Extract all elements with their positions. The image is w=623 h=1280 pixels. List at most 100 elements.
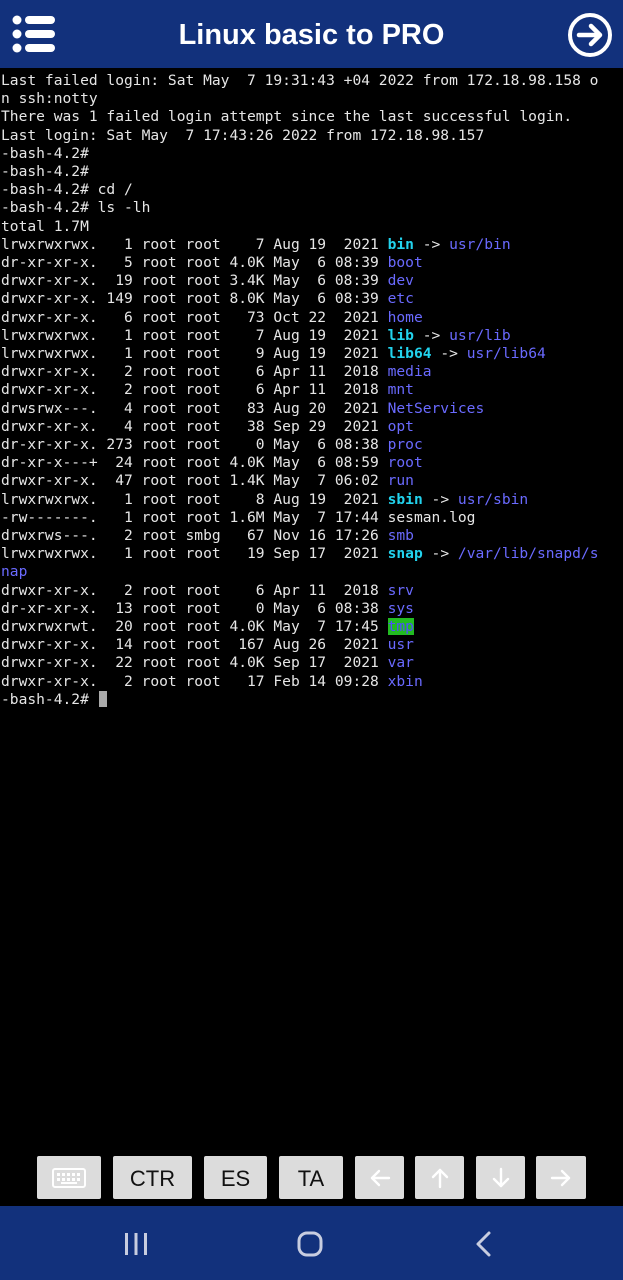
file-name: usr/sbin <box>457 490 529 508</box>
terminal-line: total 1.7M <box>1 218 89 236</box>
terminal-line: Last login: Sat May 7 17:43:26 2022 from… <box>1 127 484 145</box>
keyboard-toggle-key[interactable] <box>37 1156 101 1199</box>
terminal-text: drwxrws---. 2 root smbg 67 Nov 16 17:26 <box>1 527 388 544</box>
terminal-text: drwsrwx---. 4 root root 83 Aug 20 2021 <box>1 399 388 417</box>
terminal-line: drwxr-xr-x. 6 root root 73 Oct 22 2021 h… <box>1 309 423 327</box>
file-name: /var/lib/snapd/s <box>457 545 599 563</box>
home-icon[interactable] <box>290 1224 330 1264</box>
left-arrow-key[interactable] <box>355 1156 404 1199</box>
up-arrow-key[interactable] <box>415 1156 464 1199</box>
terminal-text: -> <box>422 490 458 508</box>
file-name: var <box>387 654 414 672</box>
file-name: nap <box>1 563 28 581</box>
terminal-line: drwxr-xr-x. 2 root root 6 Apr 11 2018 me… <box>1 363 432 381</box>
shell-prompt: -bash-4.2# <box>1 690 98 708</box>
terminal-text: dr-xr-xr-x. 13 root root 0 May 6 08:38 <box>1 599 388 617</box>
file-name: etc <box>387 290 414 308</box>
terminal-text: drwxr-xr-x. 149 root root 8.0K May 6 08:… <box>1 290 388 308</box>
terminal-line: lrwxrwxrwx. 1 root root 19 Sep 17 2021 s… <box>1 545 599 563</box>
terminal-line: drwxr-xr-x. 2 root root 6 Apr 11 2018 mn… <box>1 381 414 399</box>
terminal-text: lrwxrwxrwx. 1 root root 7 Aug 19 2021 <box>1 326 388 344</box>
file-name: run <box>387 472 414 490</box>
arrow-right-circle-icon[interactable] <box>567 12 613 58</box>
terminal-line: -bash-4.2# <box>1 145 89 163</box>
terminal-text: Last failed login: Sat May 7 19:31:43 +0… <box>1 72 599 89</box>
terminal-line: dr-xr-xr-x. 13 root root 0 May 6 08:38 s… <box>1 600 414 618</box>
terminal-line: -bash-4.2# <box>1 163 89 181</box>
terminal-text: drwxr-xr-x. 2 root root 6 Apr 11 2018 <box>1 381 388 399</box>
right-arrow-key[interactable] <box>536 1156 586 1199</box>
back-icon[interactable] <box>464 1224 504 1264</box>
terminal-text: -> <box>422 545 458 563</box>
terminal-text: Last login: Sat May 7 17:43:26 2022 from… <box>1 126 485 144</box>
terminal-text: -> <box>413 235 450 253</box>
file-name: mnt <box>387 381 414 399</box>
terminal-text: drwxr-xr-x. 6 root root 73 Oct 22 2021 <box>1 308 388 326</box>
file-name: usr/lib64 <box>466 345 546 362</box>
terminal-line: drwxr-xr-x. 2 root root 6 Apr 11 2018 sr… <box>1 582 414 600</box>
terminal-line: drwxr-xr-x. 22 root root 4.0K Sep 17 202… <box>1 654 414 672</box>
terminal-line: -rw-------. 1 root root 1.6M May 7 17:44… <box>1 509 475 527</box>
terminal-line: -bash-4.2# ls -lh <box>1 199 150 217</box>
terminal-line: n ssh:notty <box>1 90 98 108</box>
text-cursor <box>98 690 107 707</box>
prompt-line[interactable]: -bash-4.2# <box>1 690 107 709</box>
file-name: home <box>387 308 423 326</box>
terminal-line: lrwxrwxrwx. 1 root root 8 Aug 19 2021 sb… <box>1 491 528 509</box>
terminal-text: dr-xr-x---+ 24 root root 4.0K May 6 08:5… <box>1 454 388 472</box>
file-name: root <box>387 454 423 472</box>
file-name: NetServices <box>387 399 485 417</box>
keyboard-icon <box>52 1167 86 1188</box>
file-name: sbin <box>387 490 423 508</box>
file-name: usr <box>387 636 414 654</box>
extra-keys-bar: CTR ES TA <box>0 1152 623 1204</box>
terminal-text: n ssh:notty <box>1 90 98 108</box>
file-name: boot <box>387 254 423 271</box>
file-name: lib <box>387 326 414 344</box>
file-name: media <box>387 363 432 381</box>
esc-key[interactable]: ES <box>204 1156 267 1199</box>
terminal-line: drwxrws---. 2 root smbg 67 Nov 16 17:26 … <box>1 527 414 545</box>
terminal-text: drwxr-xr-x. 22 root root 4.0K Sep 17 202… <box>1 654 388 672</box>
terminal-text: -bash-4.2# <box>1 163 89 180</box>
file-name: xbin <box>387 672 423 690</box>
terminal-line: lrwxrwxrwx. 1 root root 9 Aug 19 2021 li… <box>1 345 546 363</box>
terminal-line: dr-xr-x---+ 24 root root 4.0K May 6 08:5… <box>1 454 423 472</box>
terminal-text: total 1.7M <box>1 217 89 235</box>
terminal-output[interactable]: Last failed login: Sat May 7 19:31:43 +0… <box>0 69 623 1149</box>
recent-apps-icon[interactable] <box>116 1224 156 1264</box>
tab-key[interactable]: TA <box>279 1156 343 1199</box>
arrow-right-icon <box>550 1169 571 1186</box>
terminal-text: drwxr-xr-x. 14 root root 167 Aug 26 2021 <box>1 636 388 654</box>
ctrl-key[interactable]: CTR <box>113 1156 192 1199</box>
terminal-line: drwxr-xr-x. 19 root root 3.4K May 6 08:3… <box>1 272 414 290</box>
arrow-left-icon <box>370 1169 390 1186</box>
file-name: bin <box>387 235 414 253</box>
arrow-down-icon <box>492 1167 509 1187</box>
app-title: Linux basic to PRO <box>178 19 445 51</box>
terminal-text: -rw-------. 1 root root 1.6M May 7 17:44… <box>1 508 476 526</box>
terminal-line: dr-xr-xr-x. 273 root root 0 May 6 08:38 … <box>1 436 423 454</box>
terminal-text: -bash-4.2# cd / <box>1 181 133 199</box>
terminal-line: Last failed login: Sat May 7 19:31:43 +0… <box>1 72 598 90</box>
terminal-text: drwxr-xr-x. 19 root root 3.4K May 6 08:3… <box>1 272 388 290</box>
terminal-text: drwxr-xr-x. 2 root root 17 Feb 14 09:28 <box>1 672 388 690</box>
system-nav-bar <box>0 1206 623 1280</box>
terminal-text: drwxrwxrwt. 20 root root 4.0K May 7 17:4… <box>1 618 388 635</box>
terminal-text: -> <box>413 326 450 344</box>
file-name: sys <box>387 599 414 617</box>
terminal-line: drwxrwxrwt. 20 root root 4.0K May 7 17:4… <box>1 618 414 636</box>
file-name: opt <box>387 417 414 435</box>
file-name: usr/bin <box>449 235 511 253</box>
file-name: tmp <box>387 618 414 635</box>
terminal-line: nap <box>1 563 27 581</box>
down-arrow-key[interactable] <box>476 1156 525 1199</box>
terminal-text: -bash-4.2# ls -lh <box>1 199 151 217</box>
app-bar: Linux basic to PRO <box>0 0 623 68</box>
terminal-text: There was 1 failed login attempt since t… <box>1 108 573 126</box>
file-name: proc <box>387 436 423 453</box>
file-name: snap <box>387 545 423 563</box>
terminal-text: dr-xr-xr-x. 5 root root 4.0K May 6 08:39 <box>1 254 388 271</box>
terminal-text: -bash-4.2# <box>1 144 89 162</box>
terminal-line: drwxr-xr-x. 4 root root 38 Sep 29 2021 o… <box>1 418 414 436</box>
